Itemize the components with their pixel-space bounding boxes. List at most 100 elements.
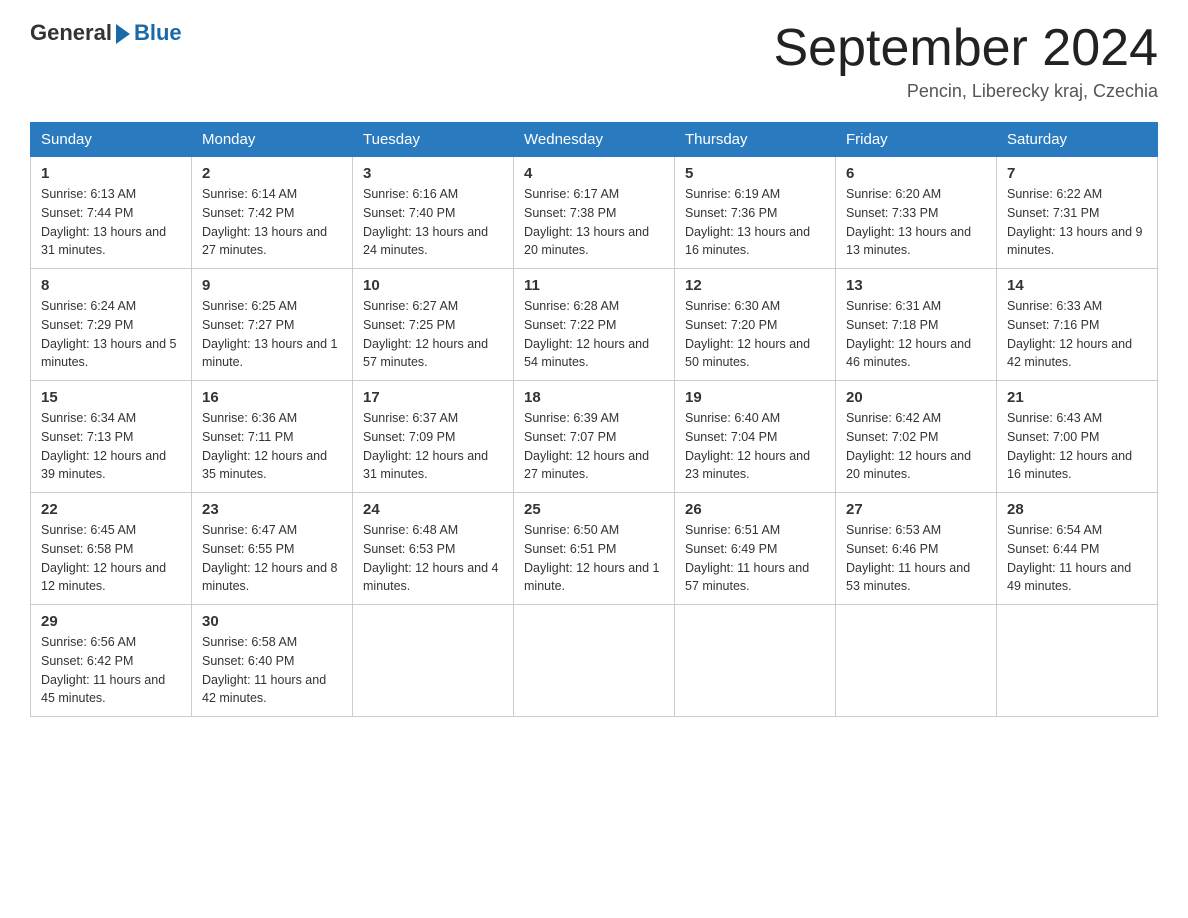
calendar-weekday-header: Wednesday: [514, 123, 675, 157]
day-info: Sunrise: 6:39 AMSunset: 7:07 PMDaylight:…: [524, 409, 664, 484]
day-info: Sunrise: 6:19 AMSunset: 7:36 PMDaylight:…: [685, 185, 825, 260]
day-info: Sunrise: 6:48 AMSunset: 6:53 PMDaylight:…: [363, 521, 503, 596]
month-title: September 2024: [774, 20, 1159, 77]
calendar-cell: 16Sunrise: 6:36 AMSunset: 7:11 PMDayligh…: [192, 381, 353, 493]
day-number: 21: [1007, 389, 1147, 406]
calendar-cell: 10 Sunrise: 6:27 AMSunset: 7:25 PMDayligh…: [353, 269, 514, 381]
calendar-cell: 12 Sunrise: 6:30 AMSunset: 7:20 PMDayligh…: [675, 269, 836, 381]
day-info: Sunrise: 6:34 AMSunset: 7:13 PMDaylight:…: [41, 409, 181, 484]
calendar-cell: 28 Sunrise: 6:54 AMSunset: 6:44 PMDayligh…: [997, 493, 1158, 605]
day-number: 5: [685, 165, 825, 182]
day-info: Sunrise: 6:36 AMSunset: 7:11 PMDaylight:…: [202, 409, 342, 484]
day-number: 30: [202, 613, 342, 630]
calendar-week-row: 15Sunrise: 6:34 AMSunset: 7:13 PMDayligh…: [31, 381, 1158, 493]
day-number: 28: [1007, 501, 1147, 518]
calendar-cell: 29 Sunrise: 6:56 AMSunset: 6:42 PMDayligh…: [31, 605, 192, 717]
day-info: Sunrise: 6:42 AMSunset: 7:02 PMDaylight:…: [846, 409, 986, 484]
day-number: 29: [41, 613, 181, 630]
day-number: 27: [846, 501, 986, 518]
calendar-week-row: 1 Sunrise: 6:13 AMSunset: 7:44 PMDaylight…: [31, 157, 1158, 269]
calendar-cell: [836, 605, 997, 717]
logo-triangle-icon: [116, 24, 130, 44]
calendar-weekday-header: Thursday: [675, 123, 836, 157]
calendar-cell: 19 Sunrise: 6:40 AMSunset: 7:04 PMDayligh…: [675, 381, 836, 493]
day-info: Sunrise: 6:45 AMSunset: 6:58 PMDaylight:…: [41, 521, 181, 596]
day-info: Sunrise: 6:17 AMSunset: 7:38 PMDaylight:…: [524, 185, 664, 260]
calendar-cell: [514, 605, 675, 717]
day-info: Sunrise: 6:25 AMSunset: 7:27 PMDaylight:…: [202, 297, 342, 372]
day-number: 13: [846, 277, 986, 294]
calendar-cell: 13 Sunrise: 6:31 AMSunset: 7:18 PMDayligh…: [836, 269, 997, 381]
day-info: Sunrise: 6:22 AMSunset: 7:31 PMDaylight:…: [1007, 185, 1147, 260]
day-info: Sunrise: 6:16 AMSunset: 7:40 PMDaylight:…: [363, 185, 503, 260]
page-header: General Blue September 2024 Pencin, Libe…: [30, 20, 1158, 102]
calendar-cell: 30 Sunrise: 6:58 AMSunset: 6:40 PMDayligh…: [192, 605, 353, 717]
calendar-cell: [675, 605, 836, 717]
calendar-week-row: 22 Sunrise: 6:45 AMSunset: 6:58 PMDayligh…: [31, 493, 1158, 605]
title-block: September 2024 Pencin, Liberecky kraj, C…: [774, 20, 1159, 102]
day-info: Sunrise: 6:33 AMSunset: 7:16 PMDaylight:…: [1007, 297, 1147, 372]
logo-general-text: General: [30, 20, 112, 46]
calendar-weekday-header: Friday: [836, 123, 997, 157]
day-number: 23: [202, 501, 342, 518]
calendar-cell: 3 Sunrise: 6:16 AMSunset: 7:40 PMDaylight…: [353, 157, 514, 269]
day-info: Sunrise: 6:31 AMSunset: 7:18 PMDaylight:…: [846, 297, 986, 372]
calendar-week-row: 8 Sunrise: 6:24 AMSunset: 7:29 PMDaylight…: [31, 269, 1158, 381]
calendar-cell: 7 Sunrise: 6:22 AMSunset: 7:31 PMDaylight…: [997, 157, 1158, 269]
day-info: Sunrise: 6:58 AMSunset: 6:40 PMDaylight:…: [202, 633, 342, 708]
day-number: 10: [363, 277, 503, 294]
day-number: 26: [685, 501, 825, 518]
day-info: Sunrise: 6:20 AMSunset: 7:33 PMDaylight:…: [846, 185, 986, 260]
calendar-weekday-header: Tuesday: [353, 123, 514, 157]
calendar-cell: 2Sunrise: 6:14 AMSunset: 7:42 PMDaylight…: [192, 157, 353, 269]
calendar-weekday-header: Saturday: [997, 123, 1158, 157]
calendar-cell: 27 Sunrise: 6:53 AMSunset: 6:46 PMDayligh…: [836, 493, 997, 605]
calendar-weekday-header: Sunday: [31, 123, 192, 157]
calendar-cell: 5 Sunrise: 6:19 AMSunset: 7:36 PMDaylight…: [675, 157, 836, 269]
day-info: Sunrise: 6:13 AMSunset: 7:44 PMDaylight:…: [41, 185, 181, 260]
logo: General Blue: [30, 20, 182, 46]
day-number: 12: [685, 277, 825, 294]
day-info: Sunrise: 6:53 AMSunset: 6:46 PMDaylight:…: [846, 521, 986, 596]
calendar-cell: 22 Sunrise: 6:45 AMSunset: 6:58 PMDayligh…: [31, 493, 192, 605]
day-number: 14: [1007, 277, 1147, 294]
calendar-header-row: SundayMondayTuesdayWednesdayThursdayFrid…: [31, 123, 1158, 157]
day-info: Sunrise: 6:30 AMSunset: 7:20 PMDaylight:…: [685, 297, 825, 372]
location-title: Pencin, Liberecky kraj, Czechia: [774, 81, 1159, 102]
calendar-cell: 4 Sunrise: 6:17 AMSunset: 7:38 PMDaylight…: [514, 157, 675, 269]
day-number: 25: [524, 501, 664, 518]
day-number: 6: [846, 165, 986, 182]
day-info: Sunrise: 6:37 AMSunset: 7:09 PMDaylight:…: [363, 409, 503, 484]
day-number: 4: [524, 165, 664, 182]
day-info: Sunrise: 6:43 AMSunset: 7:00 PMDaylight:…: [1007, 409, 1147, 484]
day-info: Sunrise: 6:27 AMSunset: 7:25 PMDaylight:…: [363, 297, 503, 372]
day-number: 1: [41, 165, 181, 182]
day-number: 3: [363, 165, 503, 182]
calendar-cell: 23Sunrise: 6:47 AMSunset: 6:55 PMDayligh…: [192, 493, 353, 605]
calendar-cell: 9 Sunrise: 6:25 AMSunset: 7:27 PMDaylight…: [192, 269, 353, 381]
day-number: 7: [1007, 165, 1147, 182]
day-info: Sunrise: 6:56 AMSunset: 6:42 PMDaylight:…: [41, 633, 181, 708]
day-info: Sunrise: 6:54 AMSunset: 6:44 PMDaylight:…: [1007, 521, 1147, 596]
day-number: 19: [685, 389, 825, 406]
day-info: Sunrise: 6:40 AMSunset: 7:04 PMDaylight:…: [685, 409, 825, 484]
calendar-cell: 18Sunrise: 6:39 AMSunset: 7:07 PMDayligh…: [514, 381, 675, 493]
day-number: 11: [524, 277, 664, 294]
day-number: 8: [41, 277, 181, 294]
day-number: 9: [202, 277, 342, 294]
calendar-table: SundayMondayTuesdayWednesdayThursdayFrid…: [30, 122, 1158, 717]
day-number: 22: [41, 501, 181, 518]
calendar-cell: 6 Sunrise: 6:20 AMSunset: 7:33 PMDaylight…: [836, 157, 997, 269]
logo-blue-text: Blue: [134, 20, 182, 46]
day-info: Sunrise: 6:14 AMSunset: 7:42 PMDaylight:…: [202, 185, 342, 260]
calendar-cell: [353, 605, 514, 717]
calendar-cell: 25Sunrise: 6:50 AMSunset: 6:51 PMDayligh…: [514, 493, 675, 605]
calendar-cell: 20Sunrise: 6:42 AMSunset: 7:02 PMDayligh…: [836, 381, 997, 493]
day-info: Sunrise: 6:24 AMSunset: 7:29 PMDaylight:…: [41, 297, 181, 372]
calendar-cell: 11Sunrise: 6:28 AMSunset: 7:22 PMDayligh…: [514, 269, 675, 381]
calendar-cell: 1 Sunrise: 6:13 AMSunset: 7:44 PMDaylight…: [31, 157, 192, 269]
calendar-cell: [997, 605, 1158, 717]
calendar-cell: 21 Sunrise: 6:43 AMSunset: 7:00 PMDayligh…: [997, 381, 1158, 493]
calendar-cell: 24Sunrise: 6:48 AMSunset: 6:53 PMDayligh…: [353, 493, 514, 605]
calendar-cell: 8 Sunrise: 6:24 AMSunset: 7:29 PMDaylight…: [31, 269, 192, 381]
